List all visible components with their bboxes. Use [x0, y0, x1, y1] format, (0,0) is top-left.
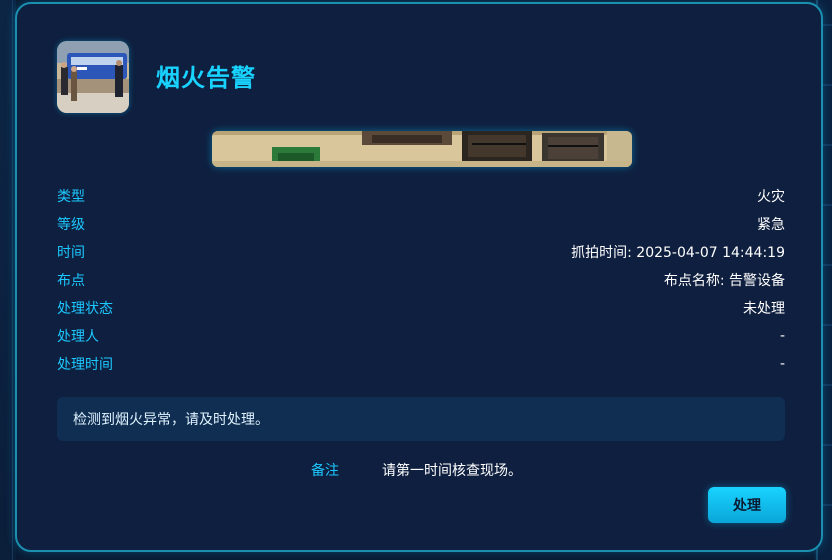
detail-row-handled-time: 处理时间 - — [57, 350, 785, 378]
background-left-edge — [0, 0, 16, 560]
detail-row-handler: 处理人 - — [57, 322, 785, 350]
alarm-title: 烟火告警 — [156, 64, 256, 92]
detail-label: 处理时间 — [57, 357, 113, 373]
alarm-notice: 检测到烟火异常，请及时处理。 — [57, 397, 785, 441]
process-button[interactable]: 处理 — [708, 487, 786, 523]
detail-value: 布点名称: 告警设备 — [663, 273, 785, 289]
detail-row-location: 布点 布点名称: 告警设备 — [57, 266, 785, 294]
detail-label: 等级 — [57, 217, 85, 233]
detail-value: 未处理 — [743, 301, 785, 317]
building-facade-snapshot — [212, 131, 632, 167]
detail-label: 处理状态 — [57, 301, 113, 317]
detail-label: 类型 — [57, 189, 85, 205]
detail-label: 处理人 — [57, 329, 99, 345]
street-scene-thumbnail — [57, 41, 129, 113]
detail-value: - — [779, 356, 785, 372]
detail-row-level: 等级 紧急 — [57, 210, 785, 238]
remark-label: 备注 — [311, 463, 339, 479]
remark-value: 请第一时间核查现场。 — [382, 463, 522, 479]
detail-value: - — [779, 328, 785, 344]
alarm-snapshot-image[interactable] — [212, 131, 632, 167]
detail-value: 紧急 — [757, 217, 785, 233]
detail-value: 火灾 — [757, 189, 785, 205]
detail-row-type: 类型 火灾 — [57, 182, 785, 210]
detail-label: 布点 — [57, 273, 85, 289]
alarm-notice-text: 检测到烟火异常，请及时处理。 — [73, 412, 269, 428]
detail-label: 时间 — [57, 245, 85, 261]
alarm-dialog: 烟火告警 类型 火灾 等级 紧急 时间 抓拍时间: 2025-04-07 14:… — [15, 2, 823, 552]
alarm-thumbnail-image[interactable] — [57, 41, 129, 113]
detail-row-status: 处理状态 未处理 — [57, 294, 785, 322]
detail-row-time: 时间 抓拍时间: 2025-04-07 14:44:19 — [57, 238, 785, 266]
detail-value: 抓拍时间: 2025-04-07 14:44:19 — [571, 245, 785, 261]
alarm-detail-list: 类型 火灾 等级 紧急 时间 抓拍时间: 2025-04-07 14:44:19… — [57, 182, 785, 378]
